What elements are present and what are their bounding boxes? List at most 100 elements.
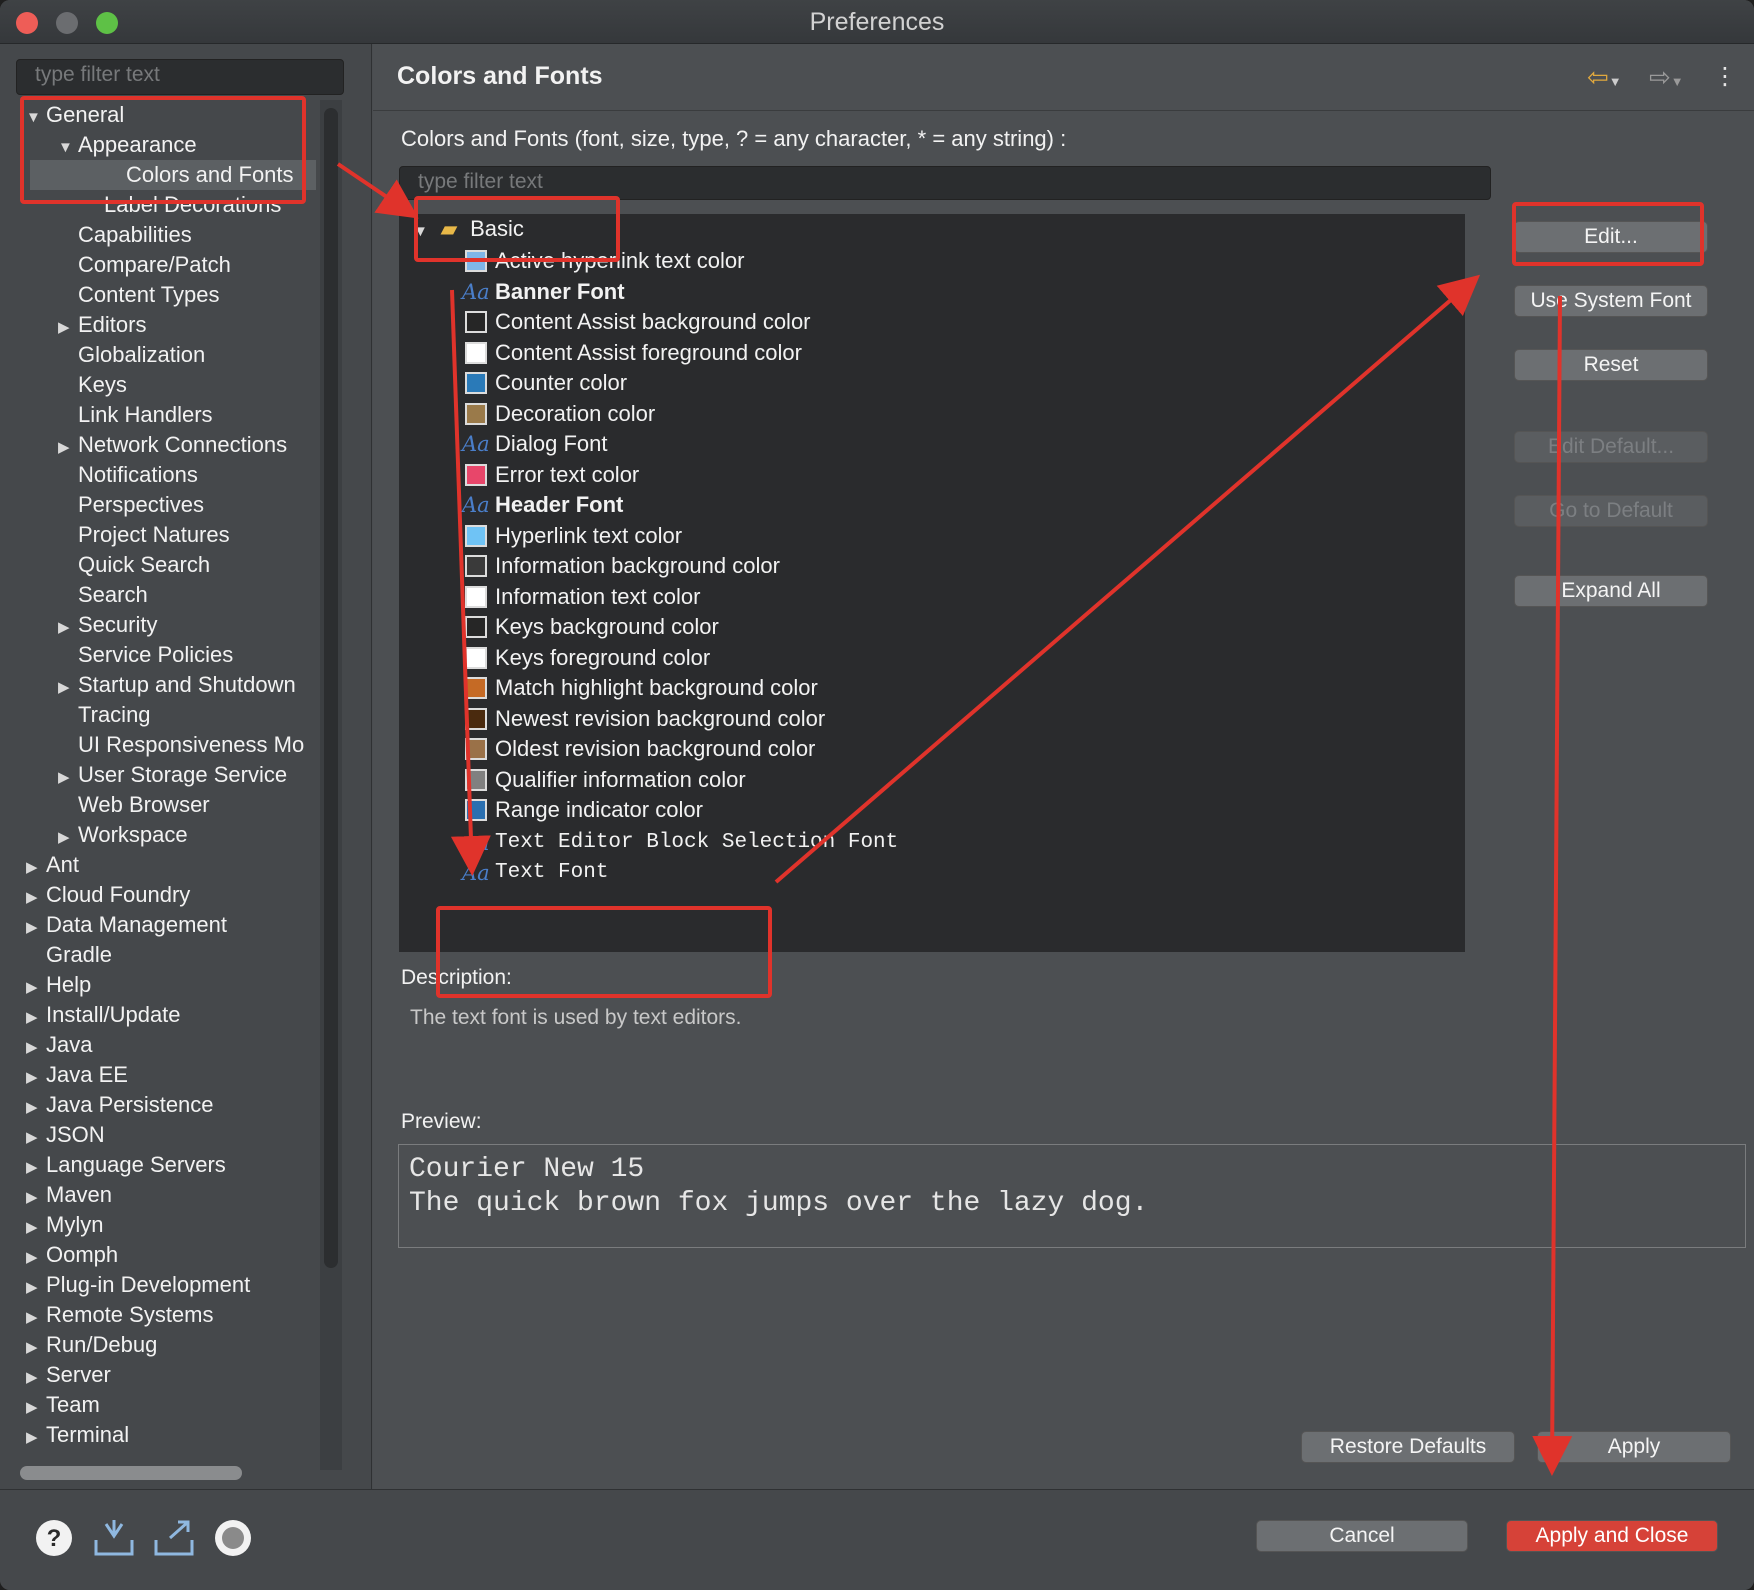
tree-node[interactable]: ▶ Remote Systems (16, 1300, 214, 1330)
tree-node[interactable]: Content Types (16, 280, 219, 310)
tree-node[interactable]: ▶ Language Servers (16, 1150, 226, 1180)
tree-scrollbar[interactable] (324, 108, 338, 1268)
color-item[interactable]: Match highlight background color (495, 673, 818, 703)
font-item[interactable]: Header Font (495, 490, 623, 520)
tree-node[interactable]: Capabilities (16, 220, 192, 250)
tree-node[interactable]: ▶ Workspace (16, 820, 188, 850)
tree-horizontal-scrollbar[interactable] (20, 1466, 242, 1480)
apply-button[interactable]: Apply (1537, 1431, 1731, 1463)
tree-node[interactable]: Tracing (16, 700, 151, 730)
tree-node[interactable]: ▶ Terminal (16, 1420, 129, 1450)
expand-all-button[interactable]: Expand All (1514, 575, 1708, 607)
tree-node[interactable]: ▶ Network Connections (16, 430, 287, 460)
tree-node[interactable]: ▶ Data Management (16, 910, 227, 940)
collapsed-triangle-icon[interactable]: ▶ (26, 913, 46, 943)
go-to-default-button[interactable]: Go to Default (1514, 495, 1708, 527)
color-item[interactable]: Error text color (495, 460, 639, 490)
tree-node[interactable]: ▶ Ant (16, 850, 79, 880)
color-item[interactable]: Newest revision background color (495, 704, 825, 734)
tree-node[interactable]: ▶ Oomph (16, 1240, 118, 1270)
use-system-font-button[interactable]: Use System Font (1514, 285, 1708, 317)
help-icon[interactable]: ? (34, 1518, 74, 1558)
tree-node[interactable]: ▶ Server (16, 1360, 111, 1390)
tree-node[interactable]: ▶ User Storage Service (16, 760, 287, 790)
back-arrow-icon[interactable]: ⇦▼ (1587, 62, 1622, 93)
color-item[interactable]: Range indicator color (495, 795, 703, 825)
collapsed-triangle-icon[interactable]: ▶ (26, 853, 46, 883)
apply-and-close-button[interactable]: Apply and Close (1506, 1520, 1718, 1552)
color-item[interactable]: Qualifier information color (495, 765, 746, 795)
collapsed-triangle-icon[interactable]: ▶ (58, 763, 78, 793)
tree-node[interactable]: Globalization (16, 340, 205, 370)
forward-arrow-icon[interactable]: ⇨▼ (1649, 62, 1684, 93)
color-item[interactable]: Content Assist foreground color (495, 338, 802, 368)
color-item[interactable]: Information background color (495, 551, 780, 581)
tree-node[interactable]: ▶ Plug-in Development (16, 1270, 250, 1300)
tree-node[interactable]: Link Handlers (16, 400, 213, 430)
color-item[interactable]: Keys foreground color (495, 643, 710, 673)
tree-node[interactable]: ▶ Maven (16, 1180, 112, 1210)
tree-node[interactable]: Perspectives (16, 490, 204, 520)
tree-node[interactable]: Gradle (16, 940, 112, 970)
tree-node[interactable]: ▶ Editors (16, 310, 146, 340)
import-icon[interactable] (92, 1518, 134, 1558)
reset-button[interactable]: Reset (1514, 349, 1708, 381)
export-icon[interactable] (152, 1518, 194, 1558)
tree-node[interactable]: ▶ JSON (16, 1120, 105, 1150)
tree-node[interactable]: ▶ Security (16, 610, 157, 640)
color-item[interactable]: Oldest revision background color (495, 734, 815, 764)
color-item[interactable]: Hyperlink text color (495, 521, 682, 551)
tree-node[interactable]: ▶ Help (16, 970, 91, 1000)
collapsed-triangle-icon[interactable]: ▶ (26, 1213, 46, 1243)
collapsed-triangle-icon[interactable]: ▶ (26, 1033, 46, 1063)
tree-node[interactable]: Web Browser (16, 790, 210, 820)
collapsed-triangle-icon[interactable]: ▶ (26, 1243, 46, 1273)
tree-node[interactable]: Notifications (16, 460, 198, 490)
tree-node[interactable]: ▶ Mylyn (16, 1210, 103, 1240)
collapsed-triangle-icon[interactable]: ▶ (26, 1063, 46, 1093)
collapsed-triangle-icon[interactable]: ▶ (26, 1333, 46, 1363)
font-item[interactable]: Banner Font (495, 277, 625, 307)
tree-node[interactable]: ▶ Startup and Shutdown (16, 670, 296, 700)
collapsed-triangle-icon[interactable]: ▶ (26, 883, 46, 913)
tree-node[interactable]: Project Natures (16, 520, 230, 550)
collapsed-triangle-icon[interactable]: ▶ (26, 1303, 46, 1333)
tree-node[interactable]: ▶ Run/Debug (16, 1330, 157, 1360)
tree-node[interactable]: ▶ Team (16, 1390, 100, 1420)
collapsed-triangle-icon[interactable]: ▶ (26, 1423, 46, 1453)
colors-filter-input[interactable]: type filter text (399, 166, 1491, 200)
cancel-button[interactable]: Cancel (1256, 1520, 1468, 1552)
color-item[interactable]: Content Assist background color (495, 307, 811, 337)
collapsed-triangle-icon[interactable]: ▶ (26, 1123, 46, 1153)
collapsed-triangle-icon[interactable]: ▶ (58, 673, 78, 703)
collapsed-triangle-icon[interactable]: ▶ (26, 1153, 46, 1183)
collapsed-triangle-icon[interactable]: ▶ (26, 1183, 46, 1213)
collapsed-triangle-icon[interactable]: ▶ (58, 613, 78, 643)
tree-node[interactable]: UI Responsiveness Mo (16, 730, 304, 760)
collapsed-triangle-icon[interactable]: ▶ (26, 973, 46, 1003)
font-item[interactable]: Dialog Font (495, 429, 608, 459)
tree-node[interactable]: ▶ Java Persistence (16, 1090, 214, 1120)
font-item[interactable]: Text Editor Block Selection Font (495, 828, 898, 858)
collapsed-triangle-icon[interactable]: ▶ (58, 313, 78, 343)
collapsed-triangle-icon[interactable]: ▶ (26, 1273, 46, 1303)
color-item[interactable]: Counter color (495, 368, 627, 398)
restore-defaults-button[interactable]: Restore Defaults (1301, 1431, 1515, 1463)
collapsed-triangle-icon[interactable]: ▶ (26, 1003, 46, 1033)
color-item[interactable]: Keys background color (495, 612, 719, 642)
tree-node[interactable]: ▶ Cloud Foundry (16, 880, 190, 910)
tree-filter-input[interactable]: type filter text (16, 59, 344, 95)
collapsed-triangle-icon[interactable]: ▶ (58, 823, 78, 853)
oomph-record-icon[interactable] (213, 1518, 253, 1558)
color-item[interactable]: Decoration color (495, 399, 655, 429)
tree-node[interactable]: Keys (16, 370, 127, 400)
collapsed-triangle-icon[interactable]: ▶ (58, 433, 78, 463)
tree-node[interactable]: Search (16, 580, 148, 610)
edit-default-button[interactable]: Edit Default... (1514, 431, 1708, 463)
tree-node[interactable]: Compare/Patch (16, 250, 231, 280)
collapsed-triangle-icon[interactable]: ▶ (26, 1093, 46, 1123)
tree-node[interactable]: ▶ Install/Update (16, 1000, 181, 1030)
color-item[interactable]: Information text color (495, 582, 700, 612)
collapsed-triangle-icon[interactable]: ▶ (26, 1393, 46, 1423)
collapsed-triangle-icon[interactable]: ▶ (26, 1363, 46, 1393)
